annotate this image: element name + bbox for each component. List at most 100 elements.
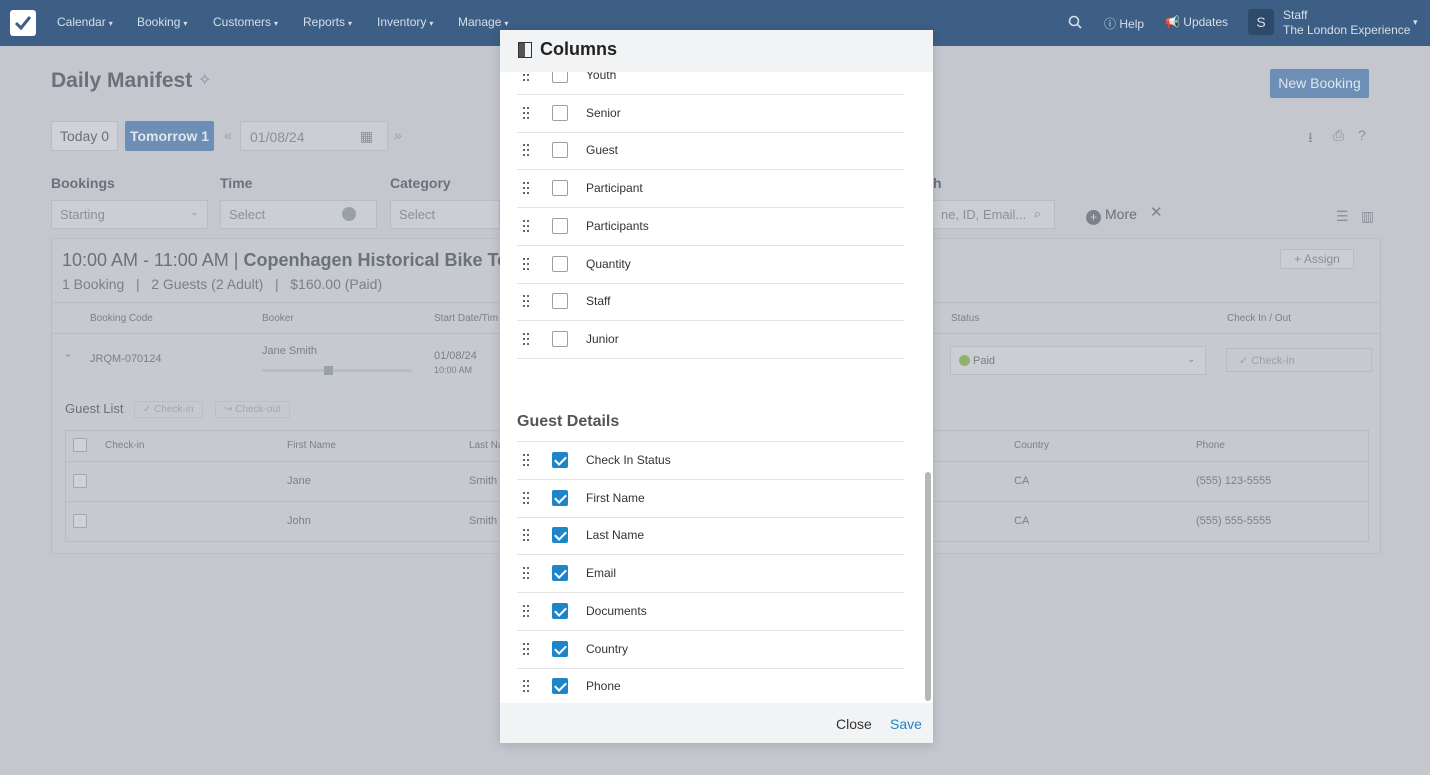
- help-circle-icon[interactable]: ?: [1358, 127, 1366, 143]
- user-menu[interactable]: Staff The London Experience: [1283, 8, 1410, 38]
- new-booking-button[interactable]: New Booking: [1270, 69, 1369, 98]
- column-checkbox[interactable]: [552, 217, 568, 234]
- updates-link[interactable]: 📢 Updates: [1165, 15, 1228, 29]
- modal-scrollbar[interactable]: [925, 472, 931, 701]
- drag-handle-icon[interactable]: [523, 182, 529, 195]
- column-checkbox[interactable]: [552, 142, 568, 159]
- col-status[interactable]: Status: [951, 313, 979, 324]
- col-phone[interactable]: Phone: [1196, 440, 1225, 451]
- nav-reports[interactable]: Reports ▾: [303, 15, 352, 29]
- column-option-row[interactable]: Quantity: [517, 246, 904, 284]
- row-checkbox[interactable]: [73, 474, 87, 488]
- column-checkbox[interactable]: [552, 452, 568, 468]
- tomorrow-button[interactable]: Tomorrow 1: [125, 121, 214, 151]
- drag-handle-icon[interactable]: [523, 106, 529, 119]
- column-option-row[interactable]: Last Name: [517, 517, 904, 556]
- drag-handle-icon[interactable]: [523, 332, 529, 345]
- column-checkbox[interactable]: [552, 678, 568, 695]
- column-checkbox[interactable]: [552, 180, 568, 197]
- nav-calendar[interactable]: Calendar ▾: [57, 15, 113, 29]
- assign-button[interactable]: + Assign: [1280, 249, 1354, 269]
- col-guest-check-in[interactable]: Check-in: [105, 440, 144, 451]
- column-option-row[interactable]: Senior: [517, 95, 904, 133]
- drag-handle-icon[interactable]: [523, 567, 529, 580]
- column-checkbox[interactable]: [552, 255, 568, 272]
- drag-handle-icon[interactable]: [523, 680, 529, 693]
- column-checkbox[interactable]: [552, 565, 568, 582]
- drag-handle-icon[interactable]: [523, 295, 529, 308]
- today-button[interactable]: Today 0: [51, 121, 118, 151]
- col-first-name[interactable]: First Name: [287, 440, 336, 451]
- previous-date-icon[interactable]: «: [224, 127, 232, 143]
- drag-handle-icon[interactable]: [523, 454, 529, 466]
- select-all-checkbox[interactable]: [73, 438, 87, 452]
- column-option-row[interactable]: Country: [517, 631, 904, 669]
- drag-handle-icon[interactable]: [523, 219, 529, 232]
- columns-icon[interactable]: ▥: [1361, 208, 1374, 225]
- drag-handle-icon[interactable]: [523, 529, 529, 542]
- bookings-filter-select[interactable]: Starting ⌄: [51, 200, 208, 229]
- col-start-date[interactable]: Start Date/Tim: [434, 313, 498, 324]
- search-filter-input[interactable]: ne, ID, Email... ⌕: [933, 200, 1055, 229]
- collapse-icon[interactable]: ⌃: [64, 353, 72, 364]
- nav-inventory[interactable]: Inventory ▾: [377, 15, 433, 29]
- column-option-row[interactable]: Staff: [517, 283, 904, 322]
- nav-booking[interactable]: Booking ▾: [137, 15, 187, 29]
- date-input[interactable]: 01/08/24 ▦: [240, 121, 388, 151]
- activity-icon[interactable]: ✧: [198, 70, 211, 90]
- column-option-row[interactable]: Documents: [517, 593, 904, 631]
- column-option-row[interactable]: Participants: [517, 208, 904, 246]
- column-checkbox[interactable]: [552, 640, 568, 657]
- print-icon[interactable]: ⎙: [1333, 127, 1344, 144]
- col-country[interactable]: Country: [1014, 440, 1049, 451]
- drag-handle-icon[interactable]: [523, 642, 529, 655]
- status-select[interactable]: Paid ⌄: [950, 346, 1206, 375]
- save-button[interactable]: Save: [890, 716, 922, 732]
- avatar[interactable]: S: [1248, 9, 1274, 35]
- column-checkbox[interactable]: [552, 72, 568, 83]
- column-option-row[interactable]: Check In Status: [517, 442, 904, 480]
- booker-name[interactable]: Jane Smith: [262, 345, 317, 357]
- drag-handle-icon[interactable]: [523, 491, 529, 504]
- column-checkbox[interactable]: [552, 527, 568, 544]
- drag-handle-icon[interactable]: [523, 72, 529, 81]
- column-option-row[interactable]: Participant: [517, 170, 904, 209]
- col-booker[interactable]: Booker: [262, 313, 294, 324]
- column-option-row[interactable]: Youth: [517, 72, 904, 95]
- col-check-in-out[interactable]: Check In / Out: [1227, 313, 1291, 324]
- row-checkbox[interactable]: [73, 514, 87, 528]
- column-checkbox[interactable]: [552, 602, 568, 619]
- search-icon[interactable]: [1068, 15, 1082, 32]
- time-filter-select[interactable]: Select: [220, 200, 377, 229]
- column-option-row[interactable]: Junior: [517, 321, 904, 359]
- help-link[interactable]: ⓘ Help: [1104, 15, 1144, 32]
- guest-check-out-button[interactable]: ↪ Check-out: [215, 401, 290, 418]
- nav-manage[interactable]: Manage ▾: [458, 15, 508, 29]
- column-option-row[interactable]: Guest: [517, 132, 904, 171]
- column-option-row[interactable]: Phone: [517, 668, 904, 703]
- guest-check-in-button[interactable]: ✓ Check-in: [134, 401, 203, 418]
- drag-handle-icon[interactable]: [523, 257, 529, 270]
- user-menu-caret-icon[interactable]: ▾: [1413, 17, 1418, 28]
- column-checkbox[interactable]: [552, 489, 568, 506]
- filter-list-icon[interactable]: ☰: [1336, 208, 1349, 225]
- check-in-button[interactable]: ✓ Check-in: [1226, 348, 1372, 372]
- col-last-name[interactable]: Last Na: [469, 440, 503, 451]
- nav-customers[interactable]: Customers ▾: [213, 15, 278, 29]
- next-date-icon[interactable]: »: [394, 127, 402, 143]
- category-filter-select[interactable]: Select: [390, 200, 500, 229]
- column-checkbox[interactable]: [552, 104, 568, 121]
- app-logo-icon[interactable]: [10, 10, 36, 36]
- download-icon[interactable]: ⭳: [1308, 127, 1313, 151]
- column-option-row[interactable]: Email: [517, 555, 904, 594]
- column-checkbox[interactable]: [552, 330, 568, 347]
- close-button[interactable]: Close: [836, 716, 872, 732]
- col-booking-code[interactable]: Booking Code: [90, 313, 153, 324]
- column-option-row[interactable]: First Name: [517, 480, 904, 518]
- clear-filters-icon[interactable]: ✕: [1150, 203, 1163, 221]
- drag-handle-icon[interactable]: [523, 604, 529, 617]
- booking-code[interactable]: JRQM-070124: [90, 353, 162, 365]
- more-filters-button[interactable]: + More: [1086, 206, 1137, 225]
- column-checkbox[interactable]: [552, 293, 568, 310]
- drag-handle-icon[interactable]: [523, 144, 529, 157]
